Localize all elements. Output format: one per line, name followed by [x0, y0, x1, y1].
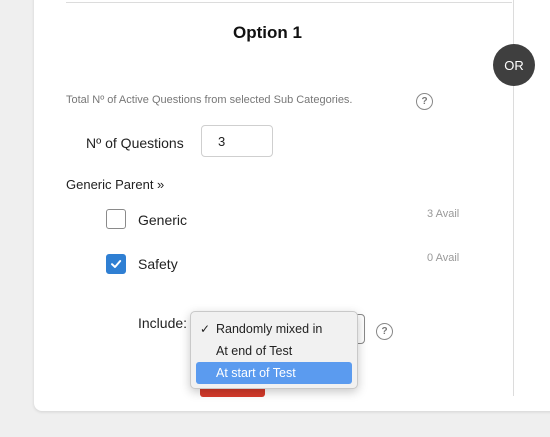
questions-label: Nº of Questions	[86, 135, 184, 151]
or-badge: OR	[493, 44, 535, 86]
check-icon	[111, 260, 122, 268]
include-help-icon[interactable]: ?	[376, 323, 393, 340]
include-option-start-of-test[interactable]: At start of Test	[196, 362, 352, 384]
top-divider	[66, 2, 512, 3]
generic-parent-label: Generic Parent »	[66, 177, 165, 192]
help-icon[interactable]: ?	[416, 93, 433, 110]
avail-count-safety: 0 Avail	[427, 252, 460, 264]
include-option-randomly-mixed[interactable]: ✓ Randomly mixed in	[196, 318, 352, 340]
questions-input[interactable]	[201, 125, 273, 157]
include-label: Include:	[138, 315, 188, 331]
total-questions-text: Total Nº of Active Questions from select…	[66, 94, 353, 106]
option-label: At end of Test	[216, 344, 293, 358]
option-title: Option 1	[233, 23, 302, 42]
generic-checkbox[interactable]	[106, 209, 126, 229]
option-label: At start of Test	[216, 366, 296, 380]
include-dropdown-menu: ✓ Randomly mixed in At end of Test At st…	[190, 311, 358, 389]
checkmark-icon: ✓	[200, 322, 211, 336]
avail-count-generic: 3 Avail	[427, 208, 460, 220]
category-label-safety: Safety	[138, 256, 178, 272]
include-option-end-of-test[interactable]: At end of Test	[196, 340, 352, 362]
category-label-generic: Generic	[138, 212, 188, 228]
option-label: Randomly mixed in	[216, 322, 323, 336]
safety-checkbox[interactable]	[106, 254, 126, 274]
